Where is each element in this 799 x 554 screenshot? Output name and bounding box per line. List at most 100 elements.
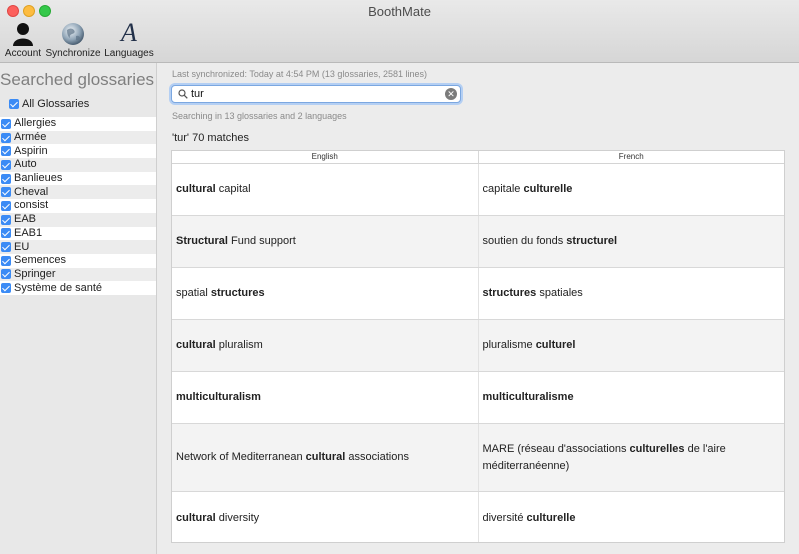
- checkbox-checked-icon[interactable]: [1, 214, 11, 225]
- term-text: pluralism: [215, 339, 263, 351]
- glossary-item[interactable]: Cheval: [0, 185, 156, 200]
- checkbox-checked-icon[interactable]: [1, 269, 11, 280]
- match-highlight: culturelles: [629, 442, 685, 455]
- table-body: cultural capital capitale culturelle Struc…: [172, 164, 785, 542]
- glossary-item-label: consist: [14, 199, 49, 212]
- table-row[interactable]: Network of Mediterranean cultural associ…: [172, 424, 784, 492]
- glossary-list: Allergies Armée Aspirin Auto Banlieues Cheval…: [0, 117, 156, 295]
- languages-label: Languages: [104, 48, 154, 59]
- search-icon: [178, 89, 188, 99]
- english-term-cell: multiculturalism: [172, 372, 478, 423]
- glossary-item-label: Armée: [14, 131, 47, 144]
- glossary-item[interactable]: EU: [0, 240, 156, 254]
- languages-icon: A: [121, 18, 137, 47]
- english-term-cell: cultural pluralism: [172, 320, 478, 371]
- checkbox-checked-icon[interactable]: [1, 255, 11, 266]
- term-text: associations: [345, 451, 409, 463]
- glossary-item-label: Banlieues: [14, 172, 63, 185]
- english-term-cell: cultural capital: [172, 164, 478, 215]
- table-row[interactable]: spatial structures structures spatiales: [172, 268, 784, 320]
- english-term-cell: spatial structures: [172, 268, 478, 319]
- account-label: Account: [4, 48, 42, 59]
- match-highlight: cultural: [176, 339, 216, 351]
- checkbox-checked-icon[interactable]: [1, 146, 11, 157]
- checkbox-checked-icon[interactable]: [1, 200, 11, 211]
- glossary-item-label: Allergies: [14, 117, 57, 130]
- table-row[interactable]: multiculturalism multiculturalisme: [172, 372, 784, 424]
- french-term-cell: multiculturalisme: [477, 372, 785, 423]
- glossary-item[interactable]: Auto: [0, 158, 156, 172]
- synchronize-button[interactable]: Synchronize: [45, 20, 101, 59]
- french-term-cell: pluralisme culturel: [477, 320, 785, 371]
- synchronize-label: Synchronize: [45, 48, 101, 59]
- table-row[interactable]: cultural capital capitale culturelle: [172, 164, 784, 216]
- results-table: English French cultural capital capitale …: [171, 150, 785, 543]
- checkbox-checked-icon[interactable]: [1, 159, 11, 170]
- glossary-sidebar: Searched glossaries All Glossaries Aller…: [0, 63, 157, 554]
- checkbox-checked-icon[interactable]: [1, 283, 11, 294]
- glossary-item-label: Auto: [14, 158, 37, 171]
- glossary-item[interactable]: EAB: [0, 212, 156, 227]
- glossary-item[interactable]: Semences: [0, 253, 156, 268]
- glossary-item-label: EAB: [14, 213, 37, 226]
- glossary-item-label: Aspirin: [14, 144, 48, 157]
- match-highlight: structurel: [566, 235, 618, 247]
- glossary-item[interactable]: Système de santé: [0, 281, 156, 295]
- term-text: capitale: [482, 183, 524, 195]
- term-text: diversity: [215, 511, 260, 524]
- match-highlight: multiculturalisme: [482, 391, 574, 403]
- french-term-cell: structures spatiales: [477, 268, 785, 319]
- search-input[interactable]: [191, 87, 441, 101]
- glossary-item-label: Système de santé: [14, 281, 103, 294]
- checkbox-checked-icon[interactable]: [1, 242, 11, 253]
- glossary-item[interactable]: Armée: [0, 130, 156, 145]
- term-text: spatial: [176, 287, 211, 299]
- clear-search-icon[interactable]: ✕: [445, 88, 457, 100]
- checkbox-checked-icon[interactable]: [1, 173, 11, 184]
- match-highlight: cultural: [305, 451, 346, 463]
- term-text: MARE (réseau d'associations: [482, 442, 630, 455]
- languages-button[interactable]: A Languages: [104, 18, 154, 60]
- glossary-item-label: Cheval: [14, 185, 49, 198]
- search-field[interactable]: ✕: [171, 85, 461, 103]
- glossary-item[interactable]: Aspirin: [0, 144, 156, 159]
- match-highlight: culturelle: [526, 511, 576, 524]
- glossary-item[interactable]: consist: [0, 199, 156, 213]
- column-header-french[interactable]: French: [477, 151, 785, 163]
- checkbox-checked-icon[interactable]: [1, 118, 11, 129]
- checkbox-checked-icon[interactable]: [1, 132, 11, 143]
- english-term-cell: Network of Mediterranean cultural associ…: [172, 424, 478, 491]
- all-glossaries-toggle[interactable]: All Glossaries: [8, 98, 89, 110]
- checkbox-checked-icon[interactable]: [9, 99, 19, 109]
- glossary-item[interactable]: Springer: [0, 267, 156, 282]
- sidebar-title: Searched glossaries: [0, 70, 155, 89]
- english-term-cell: cultural diversity: [172, 492, 478, 542]
- all-glossaries-label: All Glossaries: [22, 98, 90, 110]
- glossary-item[interactable]: Allergies: [0, 117, 156, 131]
- french-term-cell: capitale culturelle: [477, 164, 785, 215]
- table-row[interactable]: cultural diversity diversité culturelle: [172, 492, 785, 542]
- glossary-item[interactable]: EAB1: [0, 226, 156, 241]
- glossary-item-label: Semences: [14, 254, 66, 267]
- term-text: capital: [215, 183, 251, 195]
- term-text: Fund support: [227, 235, 296, 247]
- table-header: English French: [172, 151, 784, 164]
- french-term-cell: soutien du fonds structurel: [477, 216, 785, 267]
- table-row[interactable]: cultural pluralism pluralisme culturel: [172, 320, 784, 372]
- account-icon: [4, 20, 42, 46]
- app-window: BoothMate Account Synchronize A Language…: [0, 0, 799, 554]
- french-term-cell: MARE (réseau d'associations culturelles …: [477, 424, 785, 491]
- glossary-item-label: Springer: [14, 267, 56, 280]
- match-highlight: cultural: [176, 183, 216, 195]
- checkbox-checked-icon[interactable]: [1, 187, 11, 198]
- term-text: pluralisme: [482, 339, 536, 351]
- account-button[interactable]: Account: [4, 20, 42, 59]
- glossary-item[interactable]: Banlieues: [0, 171, 156, 186]
- column-header-english[interactable]: English: [172, 151, 478, 163]
- match-highlight: structures: [482, 287, 537, 299]
- checkbox-checked-icon[interactable]: [1, 228, 11, 239]
- toolbar: BoothMate Account Synchronize A Language…: [0, 0, 799, 63]
- glossary-item-label: EAB1: [14, 226, 43, 239]
- table-row[interactable]: Structural Fund support soutien du fonds …: [172, 216, 784, 268]
- french-term-cell: diversité culturelle: [477, 492, 785, 542]
